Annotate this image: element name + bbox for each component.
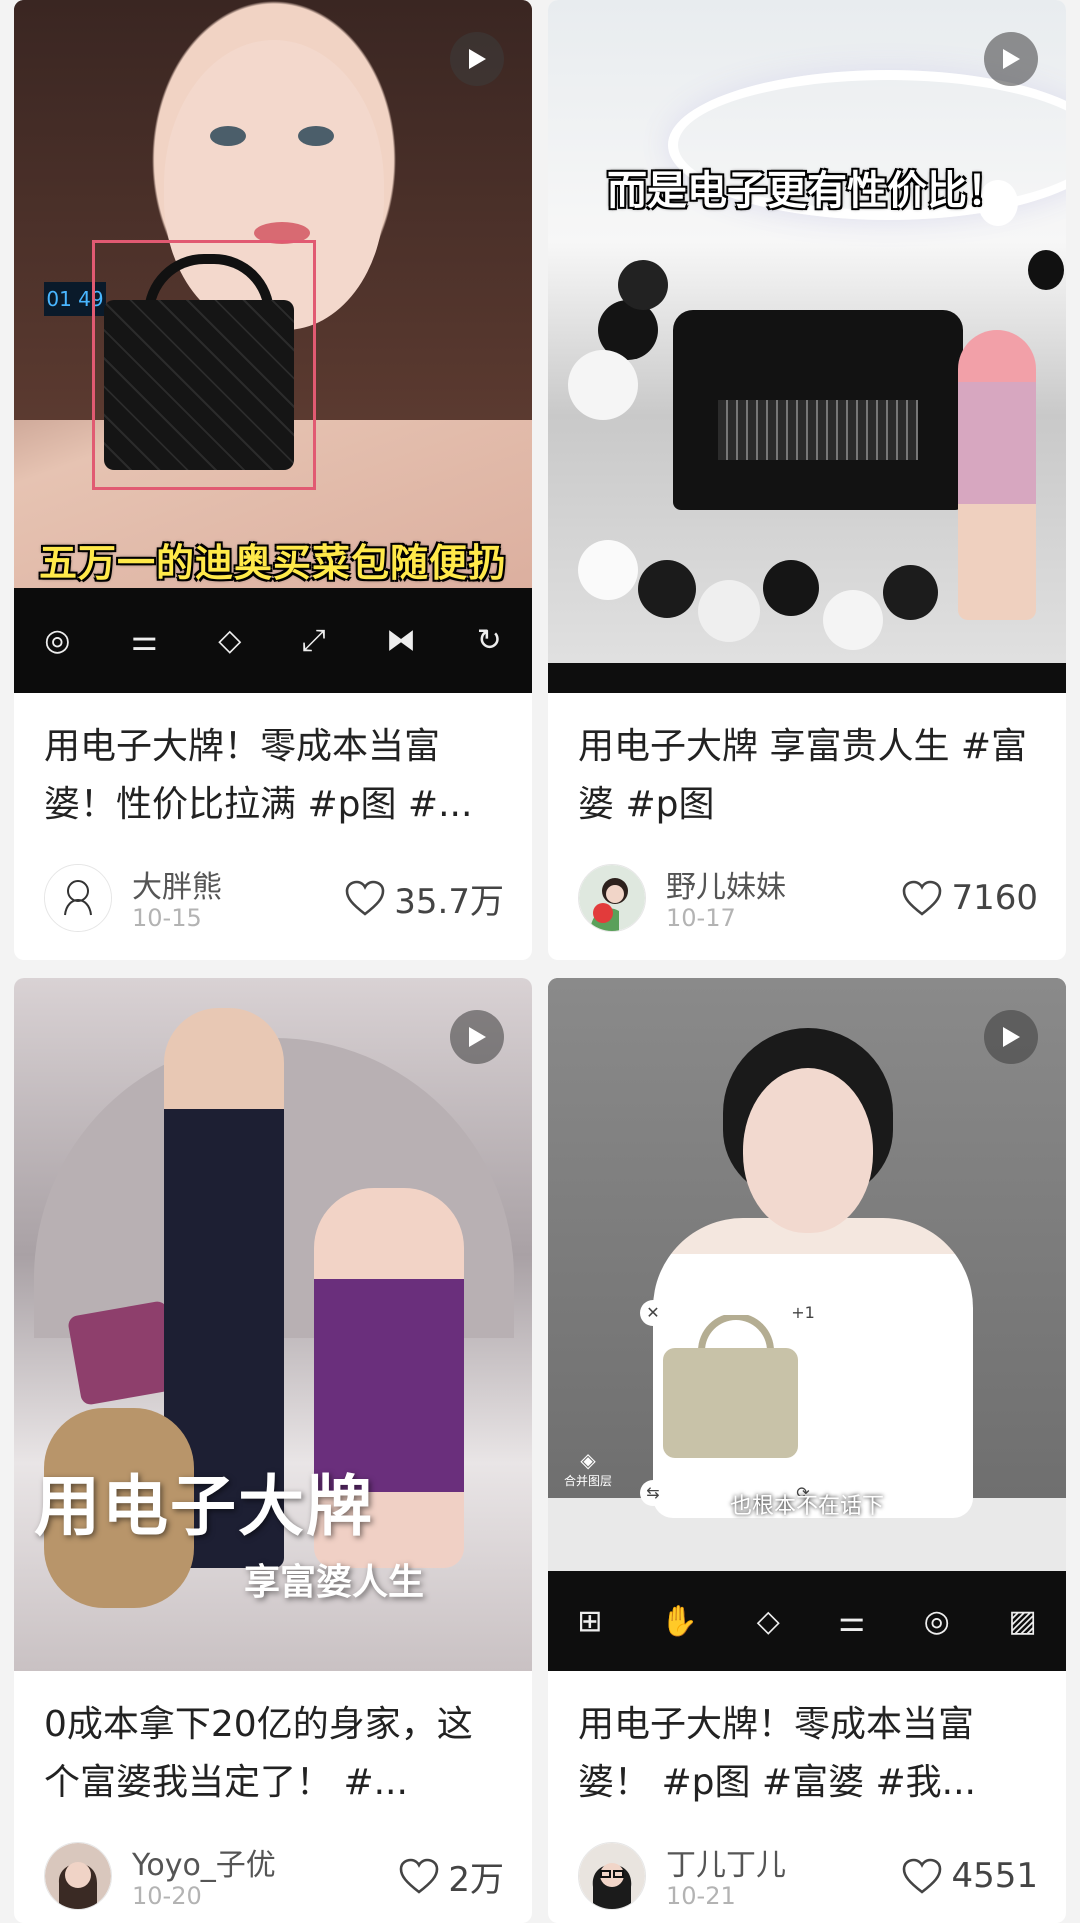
thumbnail-footer bbox=[548, 663, 1066, 693]
selection-box bbox=[92, 240, 316, 490]
author-name[interactable]: 大胖熊 bbox=[132, 862, 222, 906]
brush-icon: ✋ bbox=[660, 1603, 699, 1639]
thumbnail-caption: 用电子大牌 bbox=[34, 1467, 374, 1545]
layers-icon: ◈ bbox=[580, 1448, 596, 1472]
avatar[interactable] bbox=[578, 864, 646, 932]
thumbnail-caption: 也根本不在话下 bbox=[729, 1494, 884, 1519]
balloon bbox=[883, 565, 938, 620]
feed-card[interactable]: 用电子大牌 享富婆人生 0成本拿下20亿的身家，这个富婆我当定了！ #... Y… bbox=[14, 978, 532, 1923]
card-meta: Yoyo_子优 10-20 2万 bbox=[44, 1840, 504, 1910]
adjust-icon: ⚌ bbox=[838, 1603, 866, 1639]
balloon bbox=[568, 350, 638, 420]
like-button[interactable]: 35.7万 bbox=[344, 876, 504, 922]
expand-icon: ⤢ bbox=[301, 623, 326, 658]
heart-icon bbox=[400, 1858, 439, 1894]
reset-icon: ↻ bbox=[476, 623, 502, 658]
eraser-icon: ◇ bbox=[218, 623, 242, 658]
close-icon[interactable]: ✕ bbox=[640, 1300, 666, 1326]
like-count: 7160 bbox=[951, 878, 1038, 918]
card-meta: 野儿妹妹 10-17 7160 bbox=[578, 862, 1038, 932]
person-image bbox=[958, 330, 1036, 620]
editor-toolbar: ◎ ⚌ ◇ ⤢ ⧓ ↻ bbox=[14, 588, 532, 693]
selection-box[interactable] bbox=[653, 1313, 807, 1497]
balloon bbox=[698, 580, 760, 642]
add-icon: ⊞ bbox=[577, 1603, 603, 1639]
feed-card[interactable]: 01 49 五万一的迪奥买菜包随便扔 ◎ ⚌ ◇ ⤢ ⧓ ↻ 用电子大牌！零成本… bbox=[14, 0, 532, 960]
post-date: 10-20 bbox=[132, 1882, 202, 1910]
post-date: 10-21 bbox=[666, 1882, 736, 1910]
like-count: 2万 bbox=[448, 1859, 504, 1900]
balloon bbox=[618, 260, 668, 310]
thumbnail-face bbox=[743, 1068, 873, 1233]
like-count: 35.7万 bbox=[394, 881, 504, 922]
feed-grid: 01 49 五万一的迪奥买菜包随便扔 ◎ ⚌ ◇ ⤢ ⧓ ↻ 用电子大牌！零成本… bbox=[0, 0, 1080, 1923]
post-date: 10-15 bbox=[132, 904, 202, 932]
balloon bbox=[763, 560, 819, 616]
balloon bbox=[578, 540, 638, 600]
author-name[interactable]: 丁儿丁儿 bbox=[666, 1840, 786, 1884]
card-meta: 大胖熊 10-15 35.7万 bbox=[44, 862, 504, 932]
thumbnail-caption: 五万一的迪奥买菜包随便扔 bbox=[38, 541, 507, 585]
balloon bbox=[638, 560, 696, 618]
feed-card[interactable]: ✕ +1 ⇆ ⟳ ◈ 合并图层 也根本不在话下 ⊞ ✋ ◇ ⚌ ◎ ▨ 用电子大… bbox=[548, 978, 1066, 1923]
card-title[interactable]: 用电子大牌！零成本当富婆！性价比拉满 #p图 #... bbox=[44, 718, 504, 834]
car-grille bbox=[718, 400, 918, 460]
play-icon[interactable] bbox=[450, 32, 504, 86]
thumbnail-eye bbox=[210, 126, 246, 146]
like-count: 4551 bbox=[951, 1856, 1038, 1896]
layers-icon: ◎ bbox=[44, 623, 71, 658]
mask-icon: ▨ bbox=[1008, 1603, 1037, 1639]
heart-icon bbox=[903, 1858, 942, 1894]
post-date: 10-17 bbox=[666, 904, 736, 932]
card-thumbnail[interactable]: 而是电子更有性价比！ bbox=[548, 0, 1066, 693]
play-icon[interactable] bbox=[984, 1010, 1038, 1064]
feed-card[interactable]: 而是电子更有性价比！ 用电子大牌 享富贵人生 #富婆 #p图 野儿妹妹 10-1… bbox=[548, 0, 1066, 960]
heart-icon bbox=[345, 880, 385, 916]
avatar[interactable] bbox=[578, 1842, 646, 1910]
flip-icon: ⧓ bbox=[386, 623, 417, 658]
card-thumbnail[interactable]: 用电子大牌 享富婆人生 bbox=[14, 978, 532, 1671]
play-icon[interactable] bbox=[984, 32, 1038, 86]
duplicate-badge[interactable]: +1 bbox=[790, 1300, 816, 1326]
merge-layers-label: 合并图层 bbox=[564, 1474, 613, 1488]
adjust-icon: ⚌ bbox=[130, 623, 158, 658]
like-button[interactable]: 7160 bbox=[901, 876, 1038, 920]
card-title[interactable]: 用电子大牌！零成本当富婆！ #p图 #富婆 #我... bbox=[578, 1696, 1038, 1812]
author-name[interactable]: Yoyo_子优 bbox=[132, 1840, 276, 1884]
blend-icon: ◎ bbox=[923, 1603, 950, 1639]
thumbnail-caption: 而是电子更有性价比！ bbox=[607, 168, 1007, 214]
like-button[interactable]: 4551 bbox=[901, 1854, 1038, 1898]
avatar[interactable] bbox=[44, 1842, 112, 1910]
card-title[interactable]: 用电子大牌 享富贵人生 #富婆 #p图 bbox=[578, 718, 1038, 834]
card-meta: 丁儿丁儿 10-21 4551 bbox=[578, 1840, 1038, 1910]
card-thumbnail[interactable]: 01 49 五万一的迪奥买菜包随便扔 ◎ ⚌ ◇ ⤢ ⧓ ↻ bbox=[14, 0, 532, 693]
avatar[interactable] bbox=[44, 864, 112, 932]
card-title[interactable]: 0成本拿下20亿的身家，这个富婆我当定了！ #... bbox=[44, 1696, 504, 1812]
like-button[interactable]: 2万 bbox=[398, 1854, 504, 1900]
balloon bbox=[823, 590, 883, 650]
author-name[interactable]: 野儿妹妹 bbox=[666, 862, 786, 906]
play-icon[interactable] bbox=[450, 1010, 504, 1064]
balloon bbox=[1028, 250, 1064, 290]
editor-toolbar: ⊞ ✋ ◇ ⚌ ◎ ▨ bbox=[548, 1571, 1066, 1671]
merge-layers-button[interactable]: ◈ 合并图层 bbox=[564, 1448, 612, 1489]
eraser-icon: ◇ bbox=[756, 1603, 780, 1639]
thumbnail-eye bbox=[298, 126, 334, 146]
card-thumbnail[interactable]: ✕ +1 ⇆ ⟳ ◈ 合并图层 也根本不在话下 ⊞ ✋ ◇ ⚌ ◎ ▨ bbox=[548, 978, 1066, 1671]
heart-icon bbox=[903, 880, 942, 916]
thumbnail-subcaption: 享富婆人生 bbox=[244, 1561, 425, 1603]
